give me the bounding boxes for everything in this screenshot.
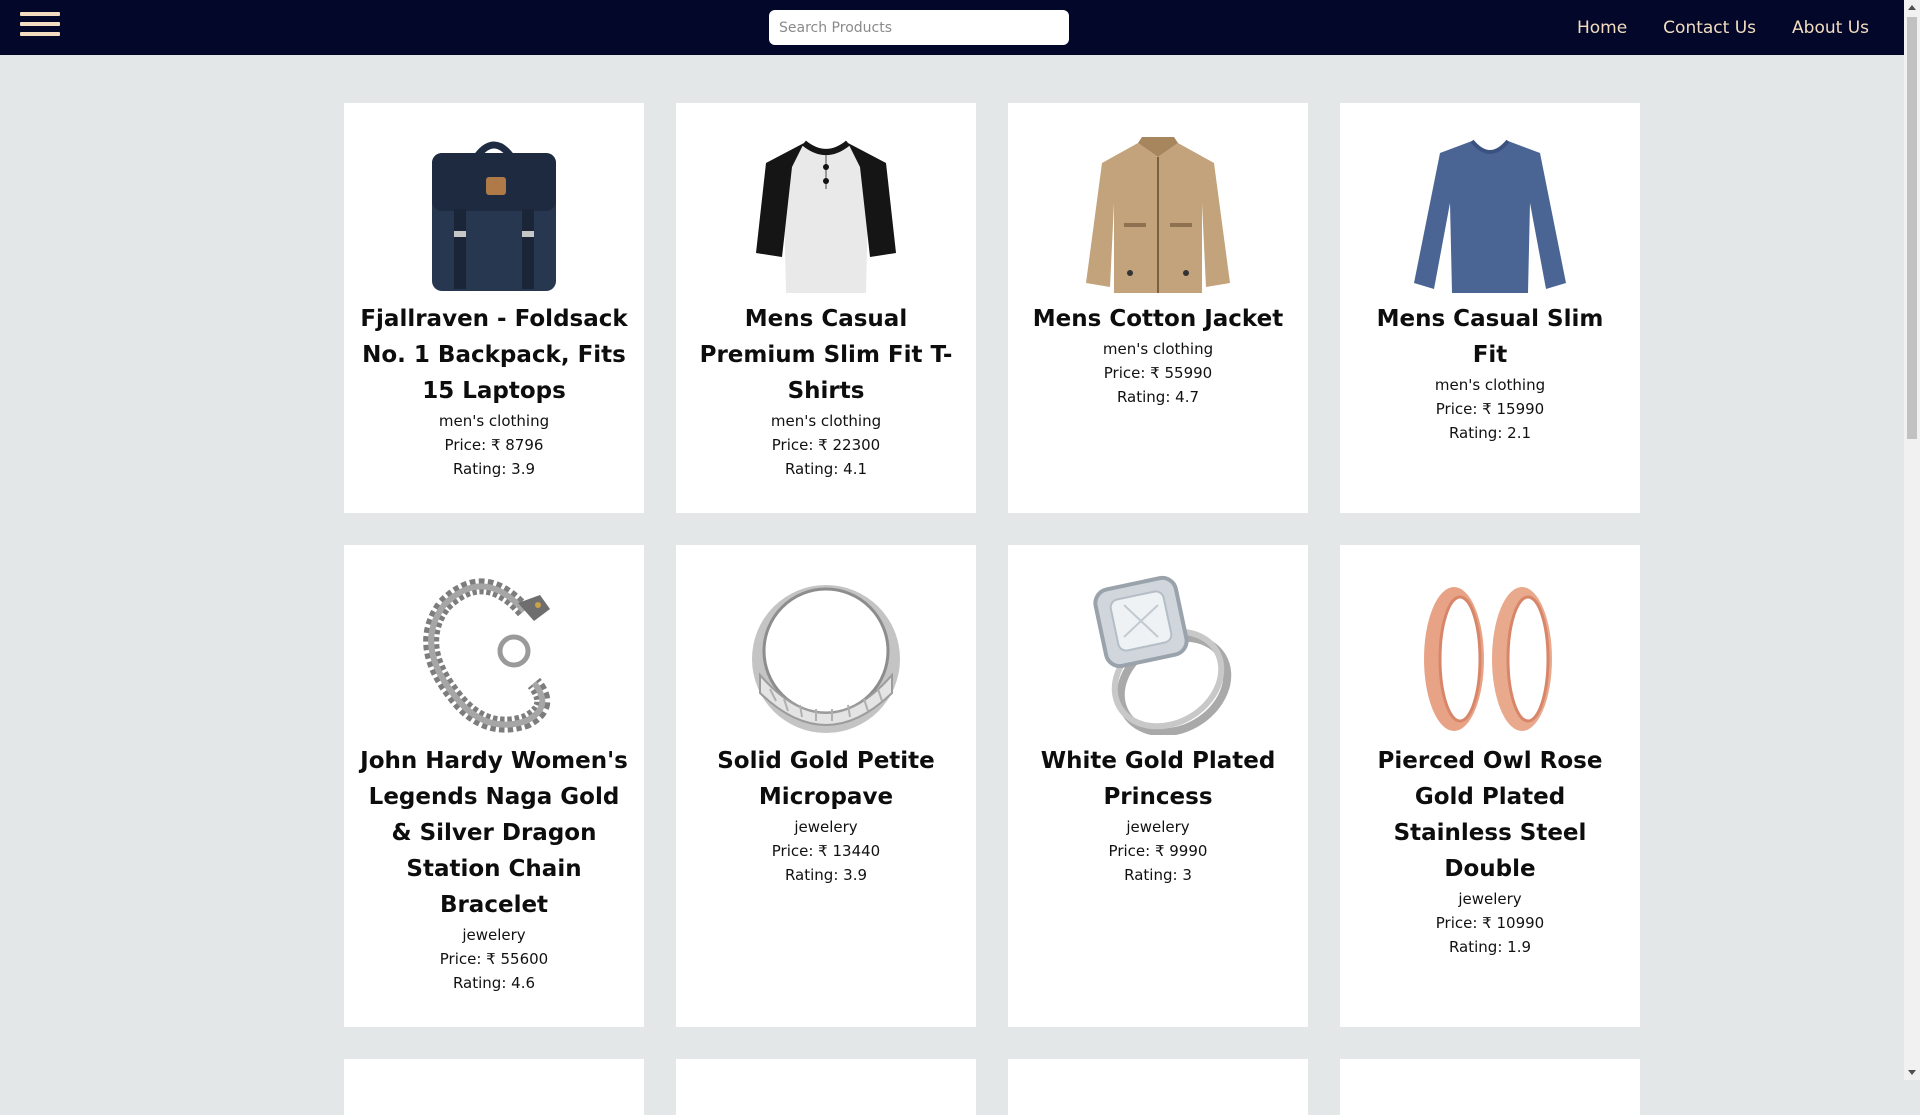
product-price: Price: ₹ 55990: [1020, 361, 1296, 385]
product-category: men's clothing: [438, 412, 550, 430]
product-title: Mens Casual Premium Slim Fit T-Shirts: [699, 306, 953, 404]
product-price: Price: ₹ 22300: [688, 433, 964, 457]
rating-value: 3.9: [843, 866, 868, 884]
product-category: men's clothing: [1102, 340, 1214, 358]
product-card[interactable]: [676, 1059, 976, 1115]
rating-label: Rating:: [452, 974, 512, 992]
jacket-image: [1086, 137, 1230, 293]
product-title: John Hardy Women's Legends Naga Gold & S…: [360, 748, 628, 918]
nav-links: Home Contact Us About Us: [1541, 0, 1869, 55]
product-category: jewelery: [1458, 890, 1522, 908]
rating-value: 3: [1182, 866, 1192, 884]
rating-value: 1.9: [1507, 938, 1532, 956]
rating-value: 3.9: [511, 460, 536, 478]
product-title: Pierced Owl Rose Gold Plated Stainless S…: [1377, 748, 1603, 882]
scrollbar-thumb[interactable]: [1907, 17, 1917, 439]
product-category: jewelery: [462, 926, 526, 944]
rating-label: Rating:: [452, 460, 512, 478]
product-rating: Rating: 3.9: [688, 863, 964, 887]
product-card[interactable]: Pierced Owl Rose Gold Plated Stainless S…: [1340, 545, 1640, 1027]
tshirt-image: [756, 140, 896, 293]
product-card[interactable]: Fjallraven - Foldsack No. 1 Backpack, Fi…: [344, 103, 644, 513]
nav-link-contact-us[interactable]: Contact Us: [1663, 18, 1756, 38]
price-value: 55600: [500, 950, 549, 968]
product-card[interactable]: Solid Gold Petite Micropave jewelery Pri…: [676, 545, 976, 1027]
price-label: Price: ₹: [439, 950, 501, 968]
product-rating: Rating: 4.6: [356, 971, 632, 995]
vertical-scrollbar[interactable]: [1904, 0, 1920, 1080]
rating-label: Rating:: [1116, 388, 1176, 406]
price-value: 8796: [505, 436, 544, 454]
price-label: Price: ₹: [1435, 400, 1497, 418]
longsleeve-shirt-image: [1414, 139, 1566, 293]
navbar: Home Contact Us About Us: [0, 0, 1904, 55]
product-card[interactable]: [1008, 1059, 1308, 1115]
product-rating: Rating: 3.9: [356, 457, 632, 481]
product-category: men's clothing: [770, 412, 882, 430]
product-category: jewelery: [1126, 818, 1190, 836]
scroll-up-arrow-icon[interactable]: [1908, 5, 1916, 10]
product-rating: Rating: 1.9: [1352, 935, 1628, 959]
nav-link-home[interactable]: Home: [1577, 18, 1627, 38]
rating-label: Rating:: [784, 460, 844, 478]
price-value: 55990: [1164, 364, 1213, 382]
rating-label: Rating:: [1448, 938, 1508, 956]
product-card[interactable]: Mens Cotton Jacket men's clothing Price:…: [1008, 103, 1308, 513]
price-value: 9990: [1169, 842, 1208, 860]
product-price: Price: ₹ 15990: [1352, 397, 1628, 421]
product-title: Mens Cotton Jacket: [1032, 306, 1284, 332]
product-rating: Rating: 2.1: [1352, 421, 1628, 445]
rating-value: 4.7: [1175, 388, 1200, 406]
price-value: 15990: [1496, 400, 1545, 418]
rating-label: Rating:: [1124, 866, 1183, 884]
bracelet-image: [423, 578, 551, 733]
product-price: Price: ₹ 8796: [356, 433, 632, 457]
product-rating: Rating: 4.1: [688, 457, 964, 481]
product-card[interactable]: [344, 1059, 644, 1115]
price-label: Price: ₹: [771, 436, 833, 454]
rating-value: 4.1: [843, 460, 868, 478]
product-card[interactable]: Mens Casual Slim Fit men's clothing Pric…: [1340, 103, 1640, 513]
silver-ring-image: [752, 585, 900, 733]
product-title: Mens Casual Slim Fit: [1376, 306, 1604, 368]
product-card[interactable]: John Hardy Women's Legends Naga Gold & S…: [344, 545, 644, 1027]
hamburger-menu-icon[interactable]: [20, 12, 60, 40]
price-label: Price: ₹: [1103, 364, 1165, 382]
product-card[interactable]: White Gold Plated Princess jewelery Pric…: [1008, 545, 1308, 1027]
product-title: Fjallraven - Foldsack No. 1 Backpack, Fi…: [360, 306, 628, 404]
price-label: Price: ₹: [1108, 842, 1170, 860]
product-category: jewelery: [794, 818, 858, 836]
price-value: 10990: [1496, 914, 1545, 932]
product-grid: Fjallraven - Foldsack No. 1 Backpack, Fi…: [344, 103, 1644, 1115]
product-price: Price: ₹ 13440: [688, 839, 964, 863]
price-label: Price: ₹: [771, 842, 833, 860]
product-card[interactable]: [1340, 1059, 1640, 1115]
product-price: Price: ₹ 55600: [356, 947, 632, 971]
product-category: men's clothing: [1434, 376, 1546, 394]
search-input[interactable]: [769, 10, 1069, 45]
price-value: 22300: [832, 436, 881, 454]
product-rating: Rating: 3: [1020, 863, 1296, 887]
price-label: Price: ₹: [444, 436, 506, 454]
product-price: Price: ₹ 9990: [1020, 839, 1296, 863]
product-title: White Gold Plated Princess: [1040, 748, 1276, 810]
rating-value: 2.1: [1507, 424, 1532, 442]
product-rating: Rating: 4.7: [1020, 385, 1296, 409]
rose-gold-tunnel-earrings-image: [1424, 587, 1552, 731]
backpack-image: [432, 141, 556, 291]
price-value: 13440: [832, 842, 881, 860]
nav-link-about-us[interactable]: About Us: [1792, 18, 1869, 38]
scroll-down-arrow-icon[interactable]: [1908, 1070, 1916, 1075]
rating-label: Rating:: [784, 866, 844, 884]
rating-label: Rating:: [1448, 424, 1508, 442]
price-label: Price: ₹: [1435, 914, 1497, 932]
rating-value: 4.6: [511, 974, 536, 992]
diamond-ring-image: [1093, 575, 1232, 735]
product-title: Solid Gold Petite Micropave: [717, 748, 935, 810]
product-price: Price: ₹ 10990: [1352, 911, 1628, 935]
product-card[interactable]: Mens Casual Premium Slim Fit T-Shirts me…: [676, 103, 976, 513]
